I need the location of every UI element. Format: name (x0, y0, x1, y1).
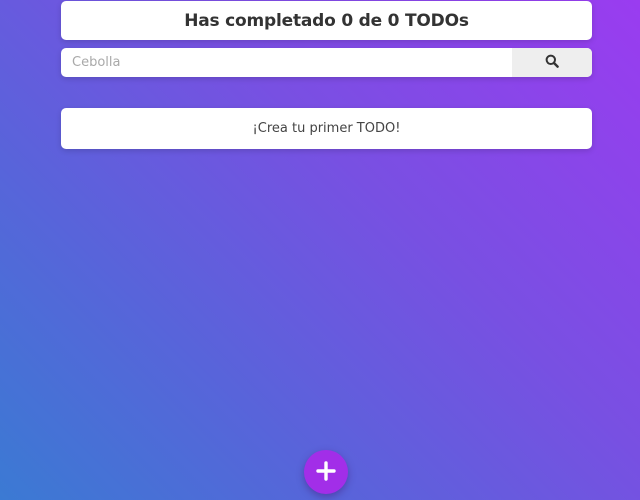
search-button[interactable] (512, 48, 592, 77)
search-icon (545, 54, 559, 71)
empty-todo-text: ¡Crea tu primer TODO! (252, 121, 401, 136)
add-todo-button[interactable] (304, 450, 348, 494)
search-input[interactable] (61, 48, 512, 77)
search-bar (61, 48, 592, 77)
todo-counter: Has completado 0 de 0 TODOs (61, 1, 592, 40)
plus-icon (316, 460, 336, 484)
empty-todo-message: ¡Crea tu primer TODO! (61, 108, 592, 149)
todo-counter-text: Has completado 0 de 0 TODOs (184, 10, 469, 31)
